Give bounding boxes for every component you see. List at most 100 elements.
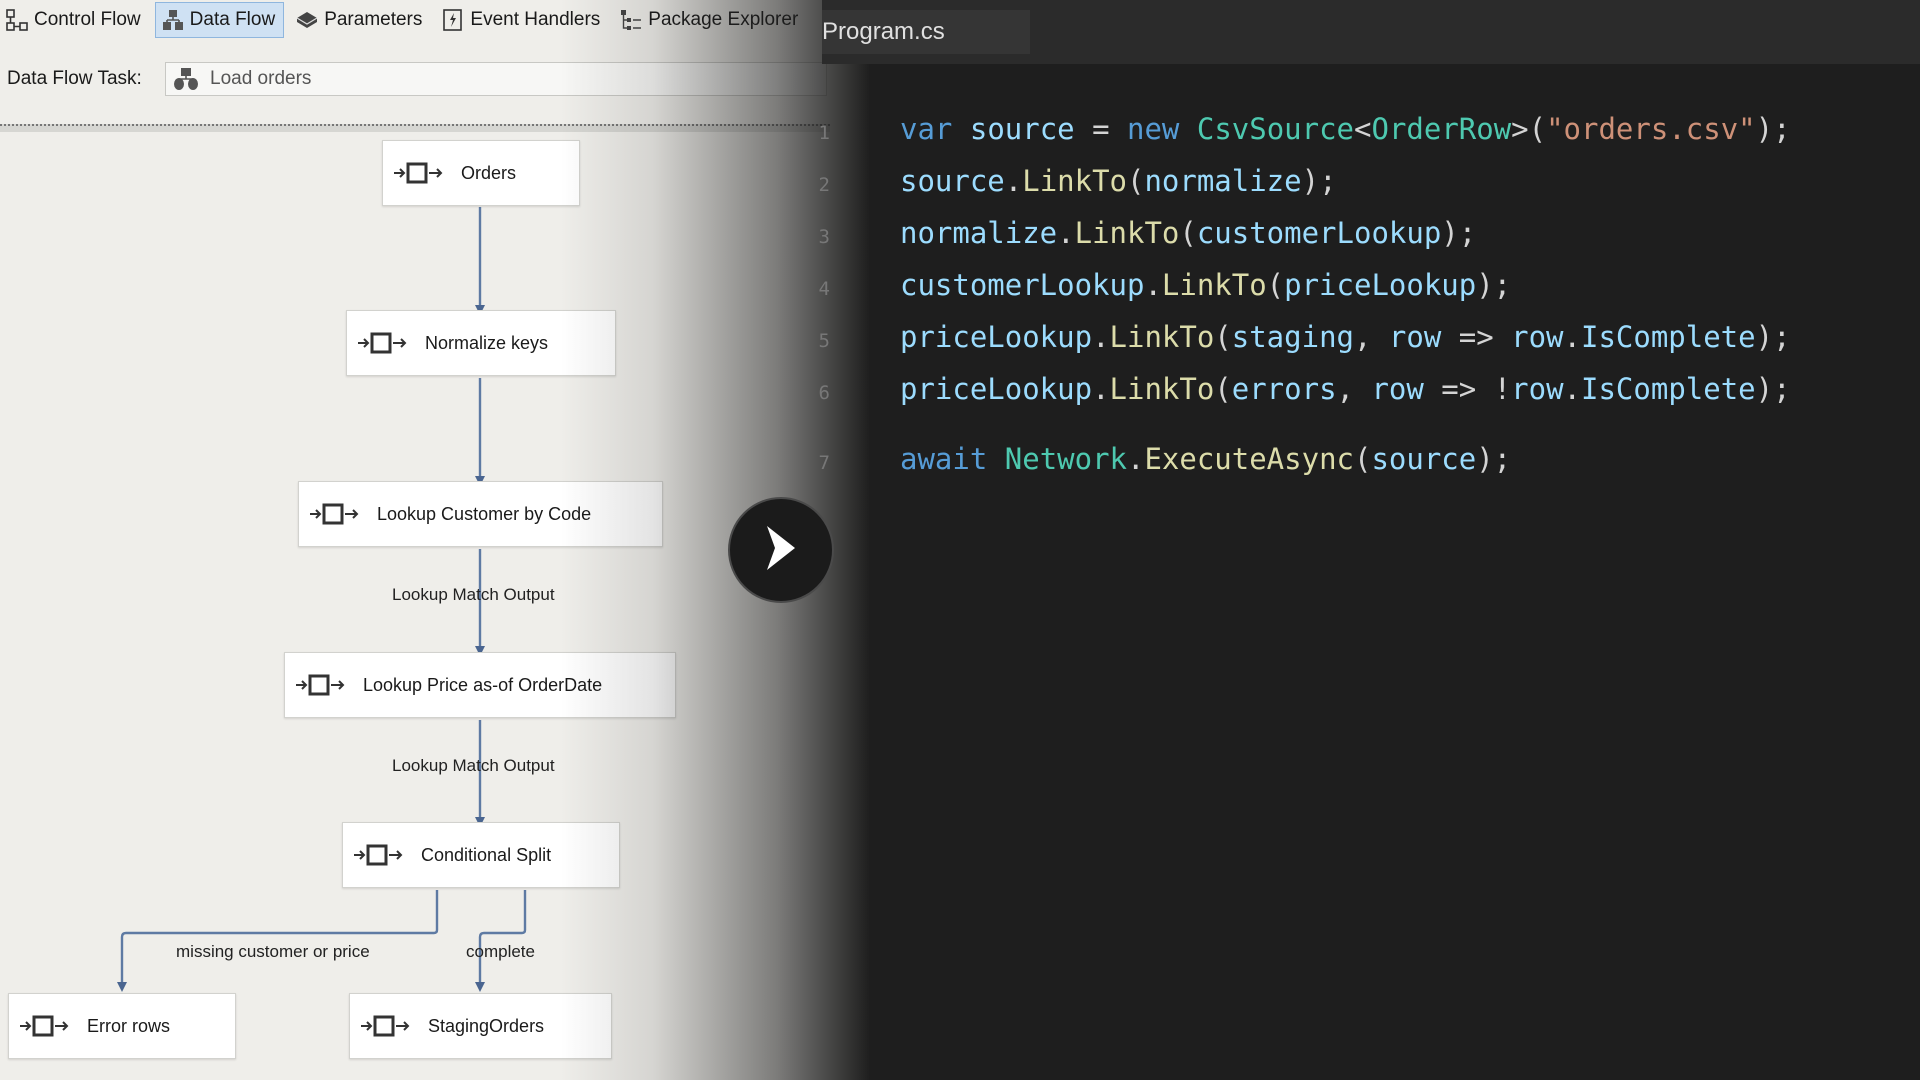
code-method: LinkTo: [1109, 372, 1215, 406]
code-method: LinkTo: [1022, 164, 1127, 198]
designer-tab-bar: Control Flow Data Flow Parameters Event …: [0, 0, 830, 40]
code-punctuation: => !: [1423, 372, 1512, 406]
node-lookup-price[interactable]: Lookup Price as-of OrderDate: [284, 652, 676, 718]
tab-control-flow-label: Control Flow: [34, 9, 141, 30]
path-split-to-error-rows: [117, 890, 439, 992]
code-method: LinkTo: [1074, 216, 1180, 250]
code-line: priceLookup.LinkTo(staging, row => row.I…: [900, 320, 1791, 354]
code-identifier: IsComplete: [1581, 320, 1756, 354]
code-line: var source = new CsvSource<OrderRow>("or…: [900, 112, 1791, 146]
code-punctuation: );: [1301, 164, 1337, 198]
code-keyword: new: [1127, 112, 1180, 146]
code-type: CsvSource: [1196, 112, 1355, 146]
node-conditional-split-label: Conditional Split: [421, 844, 552, 865]
editor-tab-program-cs[interactable]: Program.cs: [822, 10, 1030, 54]
code-method: ExecuteAsync: [1144, 442, 1354, 476]
code-identifier: priceLookup: [1284, 268, 1477, 302]
code-punctuation: (: [1179, 216, 1197, 250]
tab-data-flow-label: Data Flow: [189, 9, 276, 30]
code-punctuation: (: [1214, 372, 1232, 406]
code-punctuation: );: [1476, 268, 1512, 302]
code-identifier: source: [900, 164, 1005, 198]
code-identifier: row: [1511, 320, 1564, 354]
node-staging-orders-label: StagingOrders: [428, 1015, 545, 1036]
component-icon: [353, 843, 405, 867]
tab-control-flow[interactable]: Control Flow: [0, 3, 149, 37]
code-identifier: source: [969, 112, 1075, 146]
component-icon: [309, 502, 361, 526]
code-punctuation: =: [1074, 112, 1128, 146]
node-lookup-price-label: Lookup Price as-of OrderDate: [363, 674, 603, 695]
code-punctuation: .: [1092, 320, 1110, 354]
package-explorer-icon: [619, 8, 643, 32]
component-icon: [295, 673, 347, 697]
component-icon: [360, 1014, 412, 1038]
play-button[interactable]: [728, 497, 834, 603]
code-punctuation: ,: [1353, 320, 1389, 354]
code-line: customerLookup.LinkTo(priceLookup);: [900, 268, 1511, 302]
code-punctuation: );: [1755, 112, 1791, 146]
code-punctuation: (: [1214, 320, 1232, 354]
data-flow-task-label: Data Flow Task:: [7, 68, 142, 89]
code-punctuation: .: [1144, 268, 1162, 302]
code-punctuation: .: [1092, 372, 1110, 406]
code-punctuation: (: [1266, 268, 1285, 302]
line-number: 1: [818, 122, 830, 144]
tab-package-explorer[interactable]: Package Explorer: [614, 3, 806, 37]
node-orders[interactable]: Orders: [382, 140, 580, 206]
line-number: 2: [818, 174, 830, 196]
component-icon: [393, 161, 445, 185]
parameters-icon: [295, 8, 319, 32]
code-type: OrderRow: [1371, 112, 1512, 146]
code-identifier: normalize: [1144, 164, 1302, 198]
component-icon: [19, 1014, 71, 1038]
code-line: priceLookup.LinkTo(errors, row => !row.I…: [900, 372, 1791, 406]
tab-parameters-label: Parameters: [324, 9, 423, 30]
code-punctuation: >(: [1511, 112, 1547, 146]
code-line: await Network.ExecuteAsync(source);: [900, 442, 1511, 476]
tab-package-explorer-label: Package Explorer: [648, 9, 799, 30]
code-punctuation: .: [1057, 216, 1075, 250]
code-punctuation: .: [1563, 372, 1582, 406]
code-punctuation: );: [1755, 320, 1791, 354]
node-lookup-customer[interactable]: Lookup Customer by Code: [298, 481, 663, 547]
code-identifier: staging: [1231, 320, 1354, 354]
code-identifier: row: [1388, 320, 1442, 354]
code-method: LinkTo: [1161, 268, 1267, 302]
node-orders-label: Orders: [461, 162, 517, 183]
line-number: 6: [818, 382, 830, 404]
code-punctuation: ,: [1336, 372, 1372, 406]
code-identifier: customerLookup: [900, 268, 1145, 302]
code-identifier: row: [1511, 372, 1564, 406]
code-punctuation: [987, 442, 1004, 476]
line-number: 3: [818, 226, 830, 248]
node-error-rows[interactable]: Error rows: [8, 993, 236, 1059]
node-staging-orders[interactable]: StagingOrders: [349, 993, 612, 1059]
tab-event-handlers[interactable]: Event Handlers: [436, 3, 608, 37]
play-icon: [761, 524, 801, 577]
code-punctuation: [1179, 112, 1196, 146]
code-identifier: errors: [1231, 372, 1337, 406]
path-label-lookup-match-2: Lookup Match Output: [392, 756, 555, 775]
node-conditional-split[interactable]: Conditional Split: [342, 822, 620, 888]
code-method: LinkTo: [1109, 320, 1215, 354]
node-error-rows-label: Error rows: [87, 1015, 171, 1036]
path-label-complete: complete: [466, 942, 535, 961]
code-identifier: row: [1371, 372, 1424, 406]
tab-parameters[interactable]: Parameters: [290, 3, 430, 37]
code-type: Network: [1004, 442, 1127, 476]
code-punctuation: (: [1127, 164, 1145, 198]
line-number: 5: [818, 330, 830, 352]
path-split-to-staging: [475, 890, 527, 992]
tab-data-flow[interactable]: Data Flow: [154, 2, 285, 38]
code-punctuation: );: [1755, 372, 1791, 406]
code-punctuation: .: [1004, 164, 1023, 198]
data-flow-task-select[interactable]: Load orders: [165, 62, 827, 96]
code-punctuation: =>: [1441, 320, 1512, 354]
code-identifier: priceLookup: [900, 320, 1093, 354]
code-punctuation: <: [1354, 112, 1372, 146]
code-keyword: await: [900, 442, 988, 476]
node-normalize-keys[interactable]: Normalize keys: [346, 310, 616, 376]
code-punctuation: (: [1353, 442, 1372, 476]
node-lookup-customer-label: Lookup Customer by Code: [377, 503, 592, 524]
